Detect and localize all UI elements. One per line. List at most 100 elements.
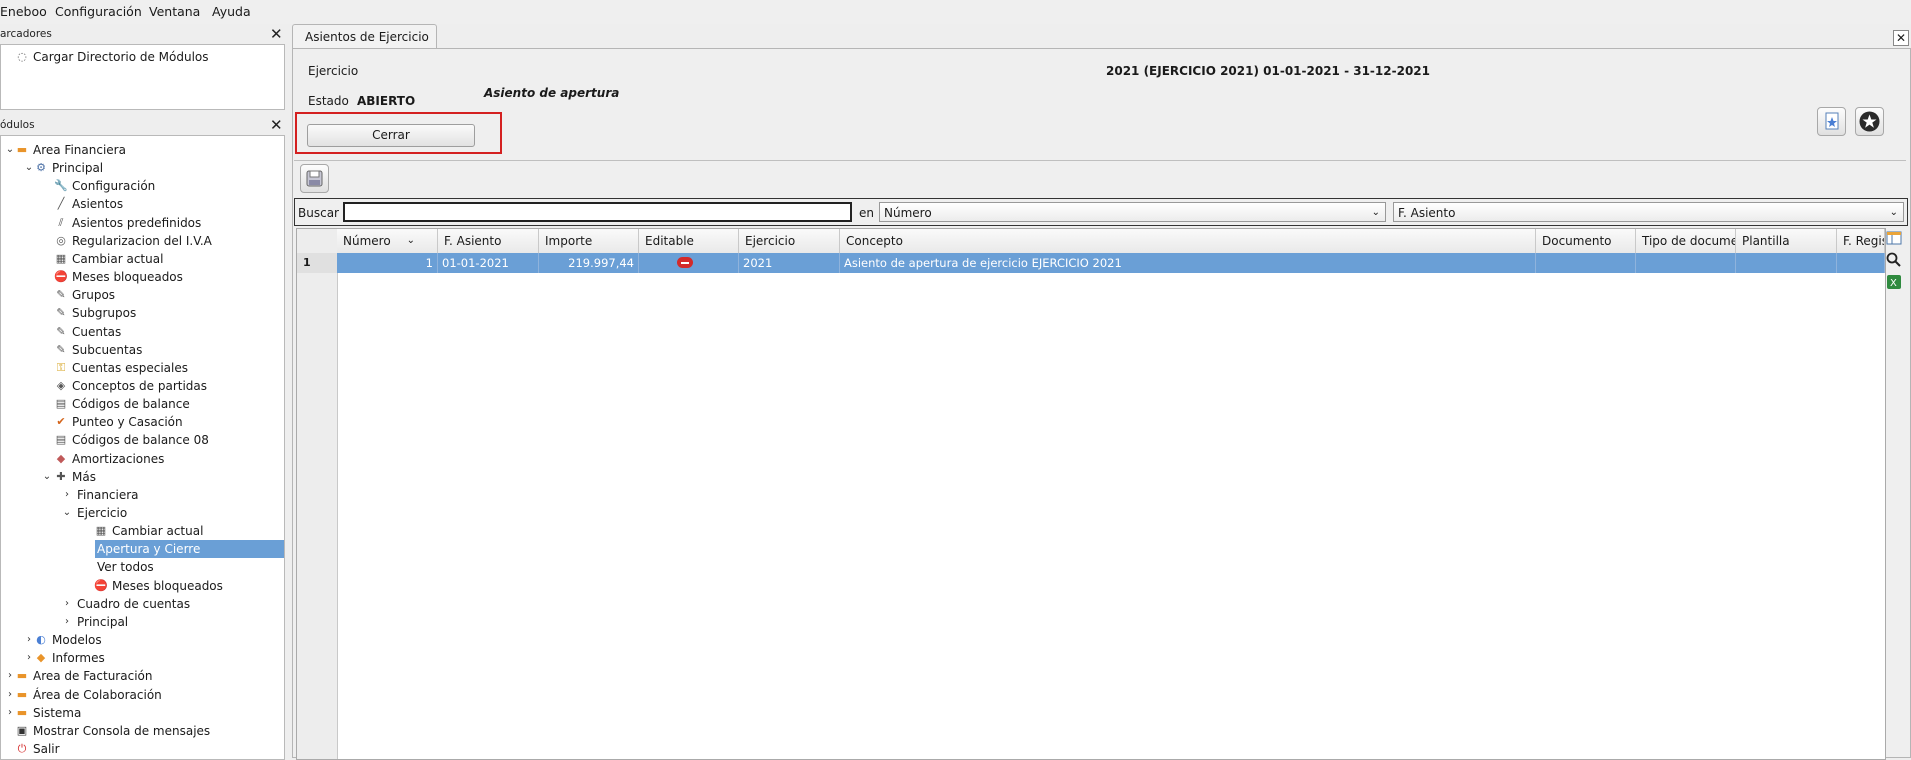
tree-item[interactable]: ✎ Grupos (1, 286, 284, 304)
pencil-icon: ✎ (56, 342, 66, 356)
folder-icon: ▬ (16, 705, 28, 719)
iva-icon: ◎ (56, 233, 66, 247)
tree-item[interactable]: Apertura y Cierre (95, 540, 284, 559)
cerrar-button[interactable]: Cerrar (307, 124, 475, 147)
row-header[interactable]: 1 (297, 253, 337, 273)
tree-item-label: Principal (77, 614, 129, 629)
tree-item[interactable]: ⌄ ▬ Area Financiera (1, 141, 284, 159)
chevron-down-icon[interactable]: ⌄ (41, 468, 53, 486)
modules-dock-title: ódulos (0, 119, 35, 131)
search-input[interactable] (343, 202, 852, 222)
chevron-right-icon[interactable]: › (61, 486, 73, 504)
pen-icon: ╱ (57, 197, 65, 211)
cell-importe: 219.997,44 (539, 253, 639, 273)
chevron-right-icon[interactable]: › (61, 595, 73, 613)
menu-ventana[interactable]: Ventana (149, 4, 200, 19)
document-08-icon: ▤ (55, 433, 67, 447)
document-icon: ▤ (55, 397, 67, 411)
field-select[interactable]: Número ⌄ (879, 202, 1386, 222)
column-header-ejercicio[interactable]: Ejercicio (739, 229, 840, 253)
tree-item[interactable]: ▤ Códigos de balance 08 (1, 431, 284, 449)
order-select[interactable]: F. Asiento ⌄ (1393, 202, 1904, 222)
tree-item[interactable]: ⏻ Salir (1, 740, 284, 758)
tree-item[interactable]: ╱ Asientos (1, 195, 284, 213)
save-icon[interactable] (300, 164, 329, 193)
chevron-down-icon[interactable]: ⌄ (61, 504, 73, 522)
compass-icon: ◈ (56, 378, 66, 392)
calendar-icon: ▦ (55, 251, 67, 265)
tree-item[interactable]: Ver todos (1, 558, 284, 576)
tree-item[interactable]: › ◆ Informes (1, 649, 284, 667)
ejercicio-value: 2021 (EJERCICIO 2021) 01-01-2021 - 31-12… (1106, 64, 1430, 78)
tree-item-label: Amortizaciones (72, 451, 165, 466)
document-star-icon[interactable] (1817, 107, 1846, 136)
tree-item-label: Mostrar Consola de mensajes (33, 723, 211, 738)
divider (294, 160, 1906, 161)
tree-item[interactable]: › ▬ Área de Colaboración (1, 686, 284, 704)
menu-eneboo[interactable]: Eneboo (0, 4, 47, 19)
tree-item[interactable]: › Principal (1, 613, 284, 631)
tree-item-label: Ejercicio (77, 506, 128, 520)
tree-item[interactable]: ▦ Cambiar actual (1, 250, 284, 268)
close-window-icon[interactable]: ✕ (1893, 30, 1909, 46)
grid-header: Número ⌄ F. Asiento Importe Editable Eje… (337, 229, 1885, 253)
table-config-icon[interactable] (1885, 229, 1907, 249)
tree-item[interactable]: ⌄ Ejercicio (1, 504, 284, 522)
tree-item[interactable]: ▤ Códigos de balance (1, 395, 284, 413)
column-header-plantilla[interactable]: Plantilla (1736, 229, 1837, 253)
cell-plantilla (1736, 253, 1837, 273)
gear-icon: ⚙ (36, 161, 46, 175)
chevron-right-icon[interactable]: › (61, 613, 73, 631)
tree-item[interactable]: ◆ Amortizaciones (1, 450, 284, 468)
tree-item[interactable]: 🔧 Configuración (1, 177, 284, 195)
column-header-tipo-documento[interactable]: Tipo de docume (1636, 229, 1736, 253)
table-row[interactable]: 1 01-01-2021 219.997,44 2021 Asiento de … (337, 253, 1885, 273)
tree-item[interactable]: › Cuadro de cuentas (1, 595, 284, 613)
order-select-value: F. Asiento (1398, 206, 1456, 220)
loading-icon: ◌ (17, 50, 27, 63)
tree-item[interactable]: ⫽ Asientos predefinidos (1, 214, 284, 232)
tree-item[interactable]: ✔ Punteo y Casación (1, 413, 284, 431)
tree-item-label: Modelos (52, 633, 102, 648)
tree-item[interactable]: ✎ Cuentas (1, 323, 284, 341)
column-header-f-registro[interactable]: F. Regis (1837, 229, 1885, 253)
tree-item[interactable]: ⛔ Meses bloqueados (1, 577, 284, 595)
tree-item[interactable]: › ◐ Modelos (1, 631, 284, 649)
tree-item-label: Informes (52, 651, 105, 666)
menu-ayuda[interactable]: Ayuda (212, 4, 251, 19)
close-modules-icon[interactable]: ✕ (270, 118, 283, 133)
menu-configuracion[interactable]: Configuración (55, 4, 142, 19)
check-icon: ✔ (56, 415, 66, 429)
excel-export-icon[interactable]: X (1885, 273, 1907, 293)
tree-item-label: Subcuentas (72, 342, 143, 357)
column-header-f-asiento[interactable]: F. Asiento (438, 229, 539, 253)
tree-item[interactable]: ▦ Cambiar actual (1, 522, 284, 540)
column-header-editable[interactable]: Editable (639, 229, 739, 253)
search-icon[interactable] (1885, 251, 1907, 271)
tree-item[interactable]: ◈ Conceptos de partidas (1, 377, 284, 395)
circle-star-icon[interactable] (1855, 107, 1884, 136)
tree-item[interactable]: ◎ Regularizacion del I.V.A (1, 232, 284, 250)
column-header-numero[interactable]: Número ⌄ (337, 229, 438, 253)
tab-asientos-ejercicio[interactable]: Asientos de Ejercicio (292, 24, 437, 49)
models-icon: ◐ (36, 633, 46, 647)
cell-ejercicio: 2021 (739, 253, 840, 273)
tree-item[interactable]: ✎ Subgrupos (1, 304, 284, 322)
not-editable-icon (677, 257, 693, 268)
asiento-apertura-label: Asiento de apertura (484, 86, 620, 100)
tree-item[interactable]: ⛔ Meses bloqueados (1, 268, 284, 286)
tree-item[interactable]: ⚿ Cuentas especiales (1, 359, 284, 377)
tree-item[interactable]: ⌄ ⚙ Principal (1, 159, 284, 177)
amortization-icon: ◆ (56, 451, 66, 465)
tree-item[interactable]: › Financiera (1, 486, 284, 504)
column-header-documento[interactable]: Documento (1536, 229, 1636, 253)
column-header-concepto[interactable]: Concepto (840, 229, 1536, 253)
tree-item[interactable]: › ▬ Sistema (1, 704, 284, 722)
tree-item[interactable]: ⌄ ✚ Más (1, 468, 284, 486)
cell-documento (1536, 253, 1636, 273)
close-bookmarks-icon[interactable]: ✕ (270, 27, 283, 42)
tree-item[interactable]: ✎ Subcuentas (1, 341, 284, 359)
tree-item[interactable]: ▣ Mostrar Consola de mensajes (1, 722, 284, 740)
column-header-importe[interactable]: Importe (539, 229, 639, 253)
tree-item[interactable]: › ▬ Area de Facturación (1, 667, 284, 685)
